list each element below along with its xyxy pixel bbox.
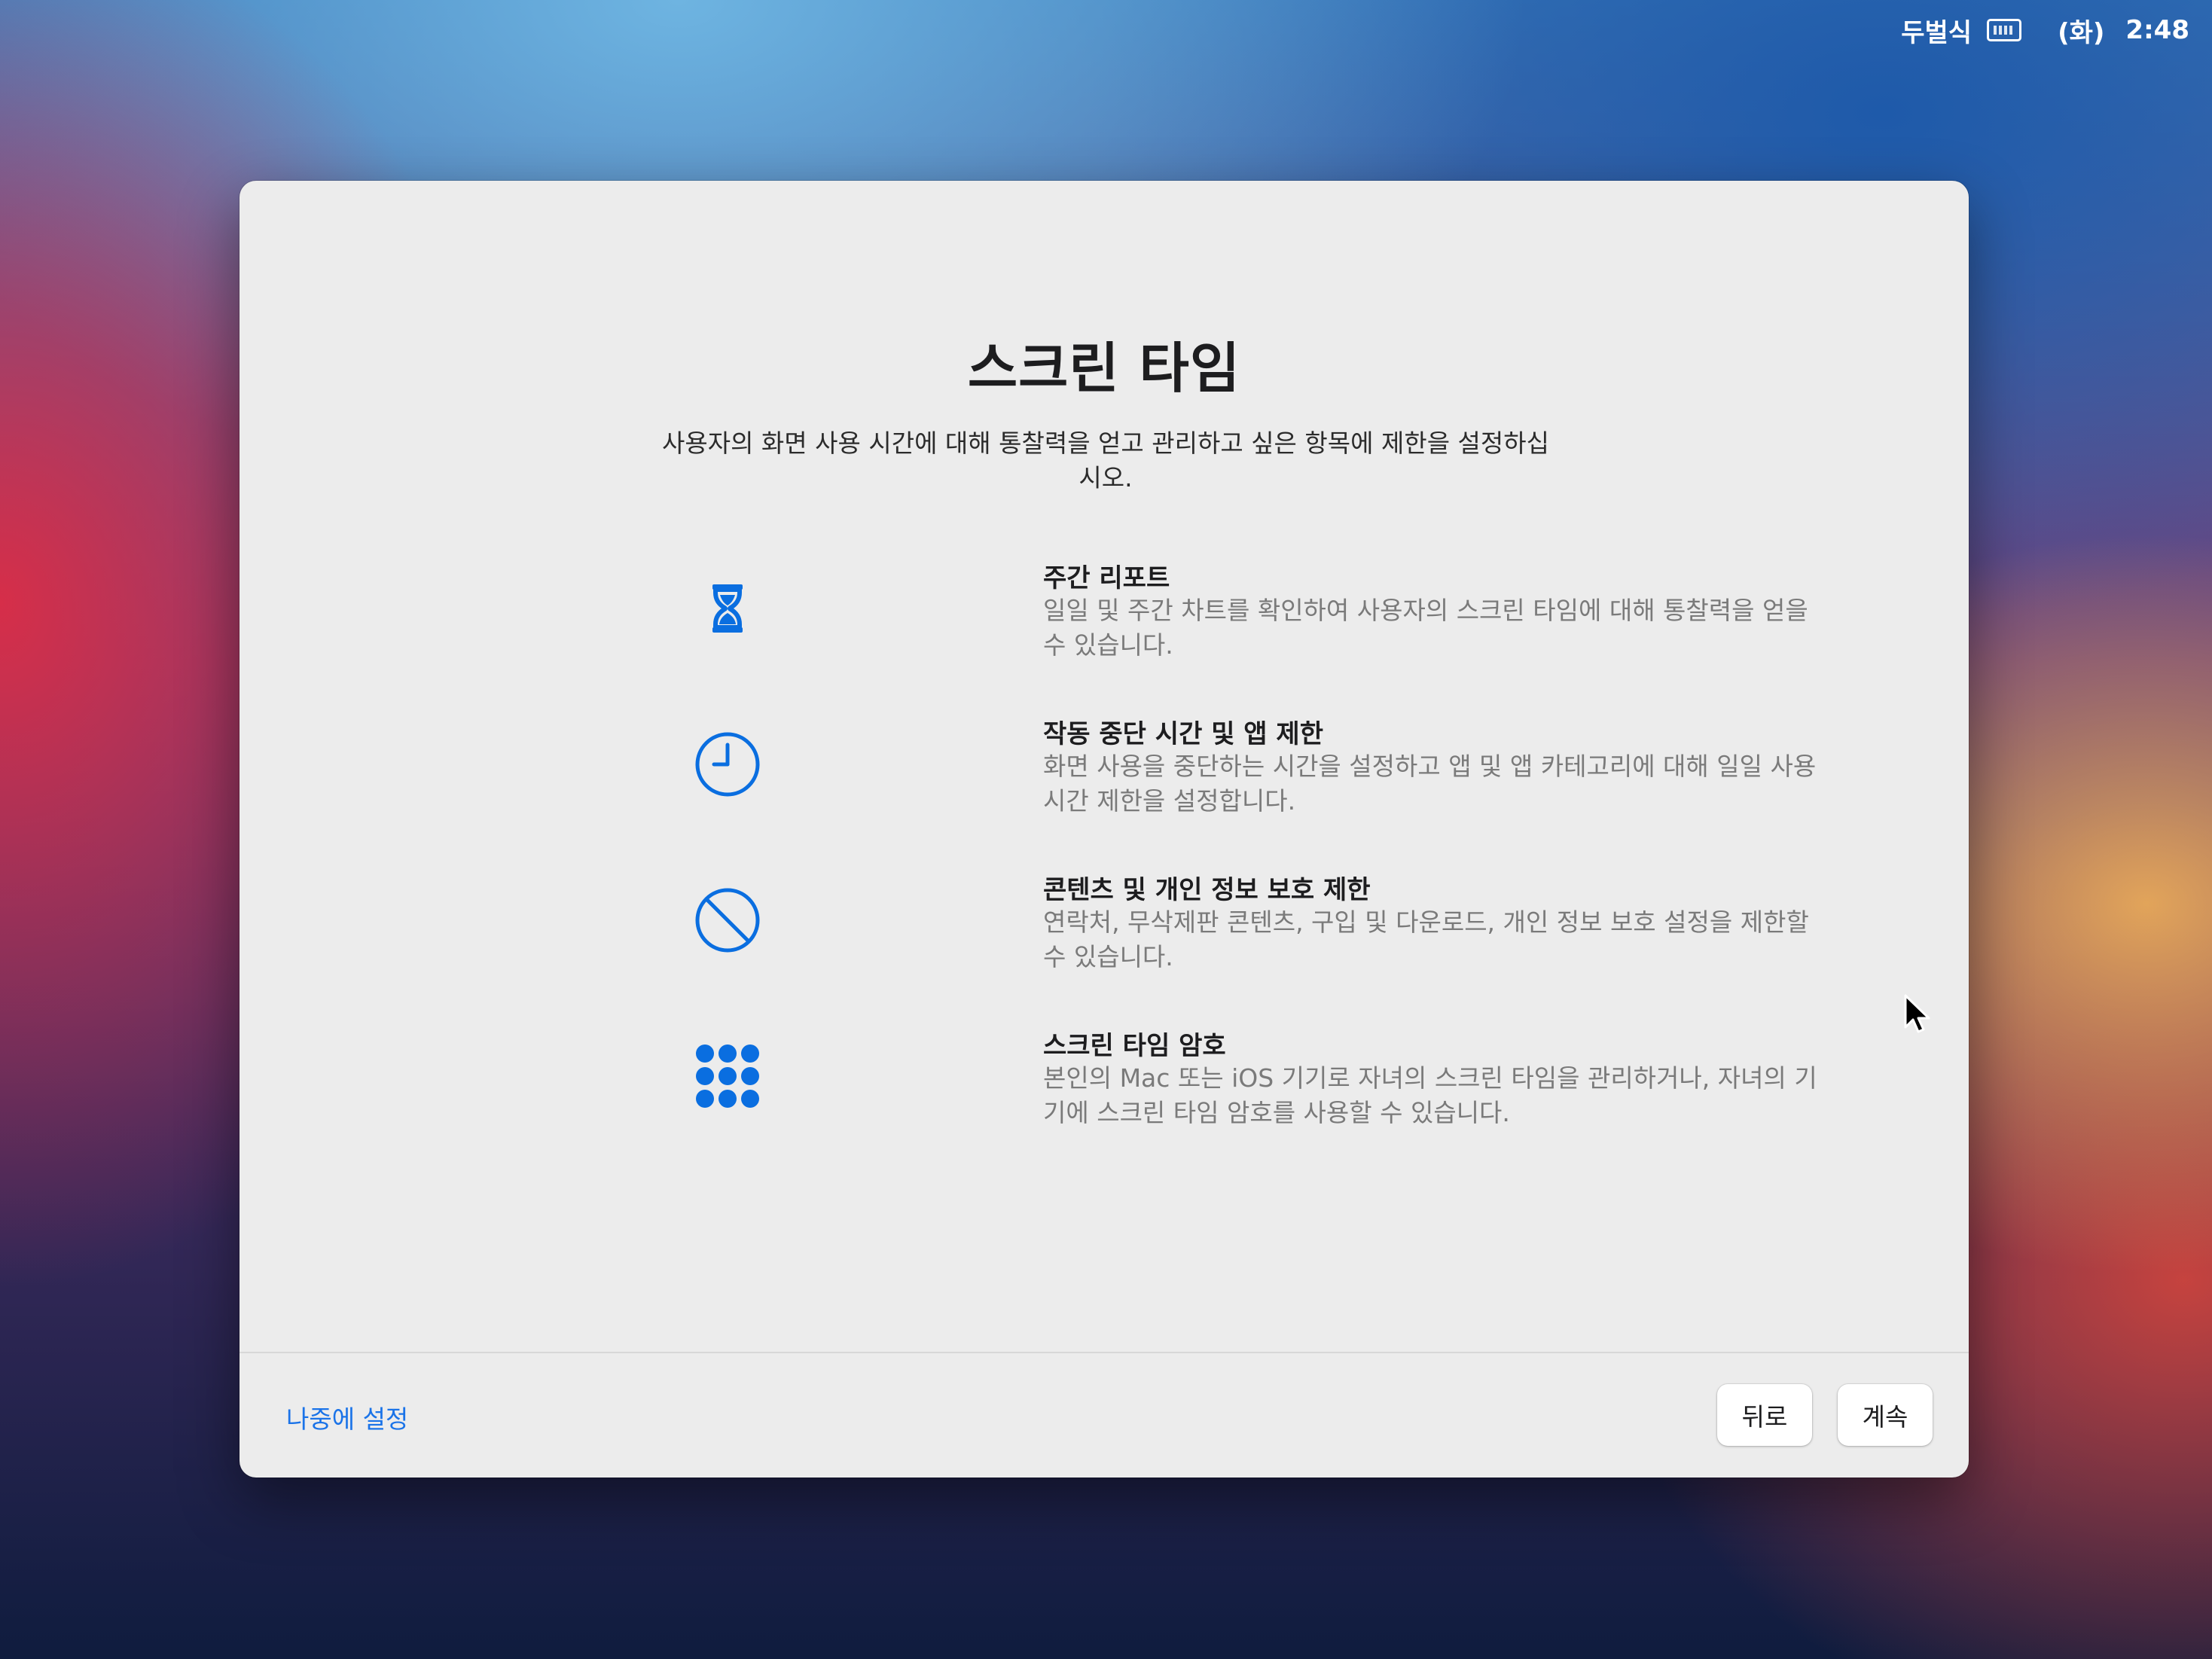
mouse-pointer-icon bbox=[1904, 994, 1930, 1033]
menu-bar: 두벌식 (화) 2:48 bbox=[1901, 0, 2212, 60]
feature-title: 작동 중단 시간 및 앱 제한 bbox=[1043, 719, 1323, 749]
prohibited-icon bbox=[691, 884, 764, 956]
menubar-day: (화) bbox=[2058, 17, 2105, 48]
feature-description: 화면 사용을 중단하는 시간을 설정하고 앱 및 앱 카테고리에 대해 일일 사… bbox=[1043, 752, 1817, 816]
feature-weekly-report: 주간 리포트 일일 및 주간 차트를 확인하여 사용자의 스크린 타임에 대해 … bbox=[691, 563, 1821, 728]
feature-screen-time-passcode: 스크린 타임 암호 본인의 Mac 또는 iOS 기기로 자녀의 스크린 타임을… bbox=[691, 1031, 1821, 1196]
feature-description: 본인의 Mac 또는 iOS 기기로 자녀의 스크린 타임을 관리하거나, 자녀… bbox=[1043, 1063, 1817, 1127]
feature-list: 주간 리포트 일일 및 주간 차트를 확인하여 사용자의 스크린 타임에 대해 … bbox=[691, 563, 1821, 1196]
back-button[interactable]: 뒤로 bbox=[1717, 1384, 1812, 1446]
keyboard-icon[interactable] bbox=[1987, 19, 2022, 41]
feature-downtime-app-limits: 작동 중단 시간 및 앱 제한 화면 사용을 중단하는 시간을 설정하고 앱 및… bbox=[691, 719, 1821, 884]
screen-time-dialog: 스크린 타임 사용자의 화면 사용 시간에 대해 통찰력을 얻고 관리하고 싶은… bbox=[240, 181, 1969, 1478]
feature-content-privacy: 콘텐츠 및 개인 정보 보호 제한 연락처, 무삭제판 콘텐츠, 구입 및 다운… bbox=[691, 875, 1821, 1040]
feature-title: 콘텐츠 및 개인 정보 보호 제한 bbox=[1043, 875, 1371, 905]
menubar-clock[interactable]: 2:48 bbox=[2125, 15, 2189, 45]
feature-description: 연락처, 무삭제판 콘텐츠, 구입 및 다운로드, 개인 정보 보호 설정을 제… bbox=[1043, 907, 1809, 971]
setup-later-link[interactable]: 나중에 설정 bbox=[286, 1399, 408, 1435]
continue-button[interactable]: 계속 bbox=[1838, 1384, 1933, 1446]
page-title: 스크린 타임 bbox=[967, 337, 1241, 400]
feature-title: 스크린 타임 암호 bbox=[1043, 1031, 1226, 1061]
input-method-label[interactable]: 두벌식 bbox=[1901, 12, 1972, 49]
keypad-icon bbox=[691, 1040, 764, 1112]
hourglass-icon bbox=[691, 572, 764, 645]
feature-title: 주간 리포트 bbox=[1043, 563, 1170, 593]
clock-icon bbox=[691, 728, 764, 801]
page-subtitle: 사용자의 화면 사용 시간에 대해 통찰력을 얻고 관리하고 싶은 항목에 제한… bbox=[662, 428, 1549, 493]
feature-description: 일일 및 주간 차트를 확인하여 사용자의 스크린 타임에 대해 통찰력을 얻을… bbox=[1043, 596, 1808, 660]
footer-divider bbox=[240, 1352, 1969, 1353]
